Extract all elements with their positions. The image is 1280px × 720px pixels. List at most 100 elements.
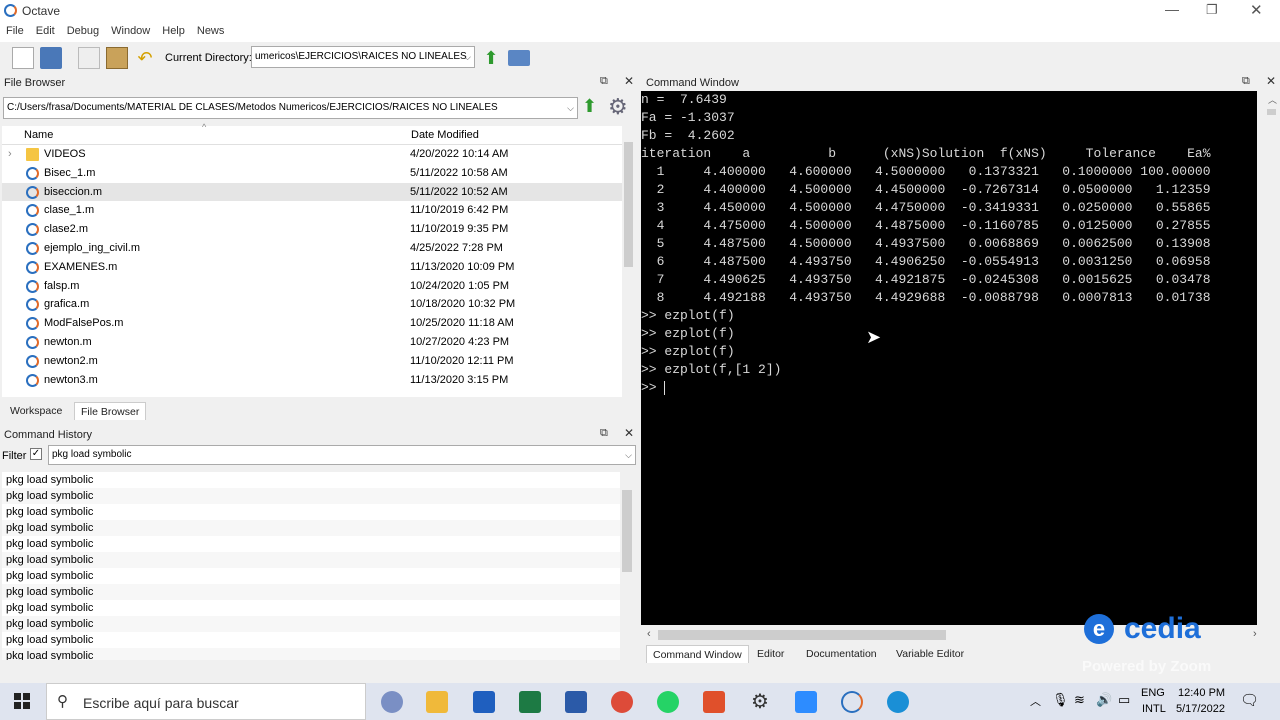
parent-directory-icon[interactable]: ⬆ [582, 96, 597, 117]
history-item[interactable]: pkg load symbolic [2, 504, 620, 520]
tab-documentation[interactable]: Documentation [800, 645, 883, 663]
history-item[interactable]: pkg load symbolic [2, 632, 620, 648]
list-item[interactable]: newton2.m 11/10/2020 12:11 PM [2, 352, 622, 371]
history-item[interactable]: pkg load symbolic [2, 552, 620, 568]
battery-icon[interactable]: ▭ [1118, 692, 1130, 708]
undo-icon[interactable]: ↶ [134, 47, 156, 69]
history-item[interactable]: pkg load symbolic [2, 488, 620, 504]
scroll-left-icon[interactable]: ‹ [647, 628, 651, 640]
list-item[interactable]: newton3.m 11/13/2020 3:15 PM [2, 371, 622, 390]
minimize-button[interactable]: — [1165, 1, 1179, 17]
octave-file-icon [26, 279, 39, 293]
microphone-icon[interactable]: 🎙 [1052, 692, 1069, 708]
filter-input[interactable]: pkg load symbolic ⌵ [48, 445, 636, 465]
tab-editor[interactable]: Editor [751, 645, 790, 663]
list-item[interactable]: EXAMENES.m 11/13/2020 10:09 PM [2, 258, 622, 277]
menu-window[interactable]: Window [105, 22, 156, 40]
scroll-right-icon[interactable]: › [1253, 628, 1257, 640]
history-item[interactable]: pkg load symbolic [2, 600, 620, 616]
tab-file-browser[interactable]: File Browser [74, 402, 147, 420]
list-item[interactable]: newton.m 10/27/2020 4:23 PM [2, 333, 622, 352]
menu-help[interactable]: Help [156, 22, 191, 40]
column-name[interactable]: Name [24, 129, 53, 141]
history-item[interactable]: pkg load symbolic [2, 648, 620, 660]
octave-taskbar-icon[interactable] [841, 691, 863, 713]
file-date: 4/20/2022 10:14 AM [410, 148, 509, 160]
current-directory-combo[interactable]: umericos\EJERCICIOS\RAICES NO LINEALES ⌵ [251, 46, 475, 68]
history-item[interactable]: pkg load symbolic [2, 568, 620, 584]
language-1[interactable]: ENG [1141, 687, 1165, 699]
command-window-console[interactable]: n = 7.6439 Fa = -1.3037 Fb = 4.2602 iter… [641, 91, 1257, 625]
settings-icon[interactable]: ⚙ [749, 691, 771, 713]
expand-chevron-icon[interactable]: › [8, 145, 12, 164]
close-pane-icon[interactable]: ✕ [624, 74, 634, 88]
list-item[interactable]: ejemplo_ing_civil.m 4/25/2022 7:28 PM [2, 239, 622, 258]
scrollbar-thumb[interactable] [658, 630, 946, 640]
close-pane-icon[interactable]: ✕ [1266, 74, 1276, 88]
list-item[interactable]: clase_1.m 11/10/2019 6:42 PM [2, 201, 622, 220]
windows-start-icon[interactable] [14, 693, 30, 709]
undock-icon[interactable]: ⧉ [600, 75, 608, 88]
language-2[interactable]: INTL [1142, 703, 1166, 715]
wifi-icon[interactable]: ≋ [1074, 692, 1085, 708]
list-item[interactable]: ModFalsePos.m 10/25/2020 11:18 AM [2, 314, 622, 333]
gear-icon[interactable]: ⚙ [608, 94, 628, 120]
close-button[interactable]: ✕ [1250, 1, 1263, 19]
browse-folder-icon[interactable] [508, 50, 530, 66]
list-item[interactable]: Bisec_1.m 5/11/2022 10:58 AM [2, 164, 622, 183]
menu-debug[interactable]: Debug [61, 22, 105, 40]
history-item[interactable]: pkg load symbolic [2, 616, 620, 632]
word-icon[interactable] [565, 691, 587, 713]
scrollbar-thumb[interactable] [1267, 109, 1276, 115]
menu-file[interactable]: File [0, 22, 30, 40]
up-directory-icon[interactable]: ⬆ [480, 47, 502, 69]
tab-workspace[interactable]: Workspace [4, 402, 68, 420]
app-b-icon[interactable] [473, 691, 495, 713]
list-item[interactable]: falsp.m 10/24/2020 1:05 PM [2, 277, 622, 296]
chrome-icon[interactable] [611, 691, 633, 713]
list-item[interactable]: grafica.m 10/18/2020 10:32 PM [2, 295, 622, 314]
file-browser-path[interactable]: C:/Users/frasa/Documents/MATERIAL DE CLA… [3, 97, 578, 119]
zoom-icon[interactable] [795, 691, 817, 713]
taskbar-search[interactable]: ⚲ Escribe aquí para buscar [46, 683, 366, 720]
list-item[interactable]: biseccion.m 5/11/2022 10:52 AM [2, 182, 622, 202]
chevron-up-icon[interactable]: ︿ [1030, 693, 1041, 709]
history-scrollbar[interactable] [620, 472, 634, 660]
file-explorer-icon[interactable] [426, 691, 448, 713]
edge-icon[interactable] [887, 691, 909, 713]
restore-button[interactable]: ❐ [1206, 2, 1218, 18]
history-item[interactable]: pkg load symbolic [2, 472, 620, 488]
clock-date[interactable]: 5/17/2022 [1176, 703, 1225, 715]
console-prompt[interactable]: >> [641, 379, 1257, 397]
pdf-reader-icon[interactable] [703, 691, 725, 713]
user-avatar-icon[interactable] [381, 691, 403, 713]
tab-variable-editor[interactable]: Variable Editor [890, 645, 970, 663]
close-pane-icon[interactable]: ✕ [624, 426, 634, 440]
scroll-up-icon[interactable]: ︿ [1268, 93, 1277, 106]
volume-icon[interactable]: 🔊 [1096, 692, 1112, 708]
open-folder-icon[interactable] [40, 47, 62, 69]
undock-icon[interactable]: ⧉ [600, 427, 608, 440]
excel-icon[interactable] [519, 691, 541, 713]
filter-checkbox[interactable]: ✓ [30, 448, 42, 460]
history-item[interactable]: pkg load symbolic [2, 584, 620, 600]
console-vertical-scrollbar[interactable]: ︿ [1265, 91, 1278, 625]
file-list-scrollbar[interactable] [622, 126, 635, 398]
column-date[interactable]: Date Modified [411, 129, 479, 141]
copy-icon[interactable] [78, 47, 100, 69]
notifications-icon[interactable]: 🗨 [1240, 691, 1259, 709]
menu-news[interactable]: News [191, 22, 231, 40]
history-item[interactable]: pkg load symbolic [2, 520, 620, 536]
clock-time[interactable]: 12:40 PM [1178, 687, 1225, 699]
tab-command-window[interactable]: Command Window [646, 645, 749, 663]
list-item[interactable]: clase2.m 11/10/2019 9:35 PM [2, 220, 622, 239]
paste-icon[interactable] [106, 47, 128, 69]
scrollbar-thumb[interactable] [624, 142, 633, 267]
menu-edit[interactable]: Edit [30, 22, 61, 40]
new-script-icon[interactable] [12, 47, 34, 69]
list-item[interactable]: › VIDEOS 4/20/2022 10:14 AM [2, 145, 622, 164]
whatsapp-icon[interactable] [657, 691, 679, 713]
undock-icon[interactable]: ⧉ [1242, 75, 1250, 88]
scrollbar-thumb[interactable] [622, 490, 632, 572]
history-item[interactable]: pkg load symbolic [2, 536, 620, 552]
